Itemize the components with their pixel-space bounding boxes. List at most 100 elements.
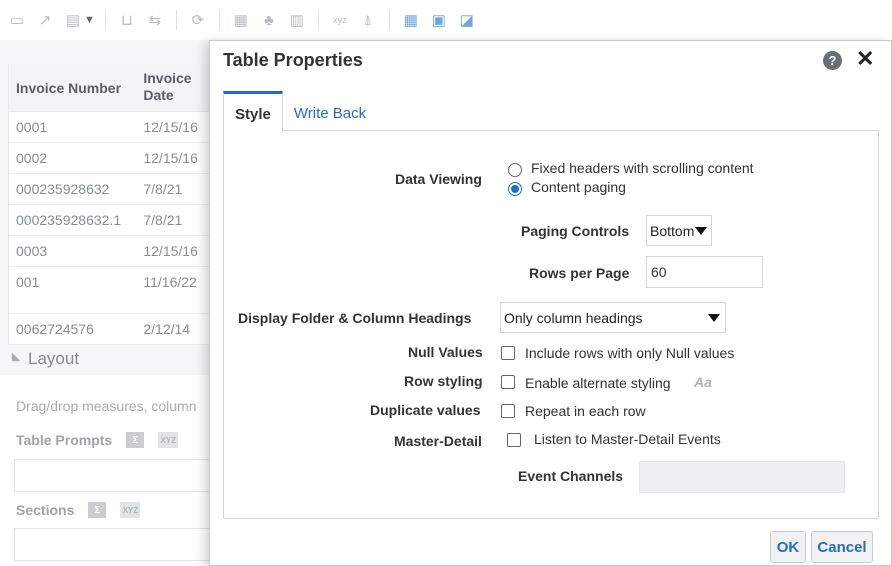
table-row: 0003 12/15/16: [9, 236, 210, 267]
refresh-icon[interactable]: ⟳: [187, 9, 209, 31]
table-header-row: Invoice Number Invoice Date: [9, 64, 210, 112]
layout-panel: Drag/drop measures, column Table Prompts…: [0, 375, 210, 566]
toolbar-separator: [175, 10, 177, 30]
duplicate-values-text[interactable]: Repeat in each row: [525, 403, 646, 419]
alternate-styling-format-icon[interactable]: Aa: [694, 374, 712, 390]
column-header[interactable]: Invoice Date: [136, 64, 210, 111]
event-channels-label: Event Channels: [518, 468, 624, 484]
table-properties-icon[interactable]: ▣: [428, 9, 450, 31]
radio-content-paging[interactable]: [508, 182, 522, 196]
table-properties-dialog: Table Properties ? ✕ Style Write Back Da…: [209, 40, 892, 566]
layout-hint: Drag/drop measures, column: [16, 398, 197, 414]
sort-icon[interactable]: ⍋: [357, 9, 379, 31]
table-cell: 0001: [16, 119, 48, 135]
table-cell: 7/8/21: [143, 181, 183, 197]
table-cell: 7/8/21: [143, 212, 183, 228]
results-table: Invoice Number Invoice Date 0001 12/15/1…: [8, 64, 210, 345]
help-icon[interactable]: ?: [823, 51, 842, 70]
folder-headings-value: Only column headings: [504, 309, 643, 326]
master-detail-text[interactable]: Listen to Master-Detail Events: [534, 431, 721, 447]
table-cell: 12/15/16: [143, 119, 198, 135]
null-values-text[interactable]: Include rows with only Null values: [525, 345, 734, 361]
event-channels-input: [639, 461, 845, 493]
rows-per-page-label: Rows per Page: [529, 265, 630, 281]
paging-controls-label: Paging Controls: [521, 223, 630, 239]
dialog-title: Table Properties: [223, 49, 363, 70]
swap-icon[interactable]: ⇆: [144, 9, 166, 31]
table-cell: 12/15/16: [143, 243, 198, 259]
toolbar-separator: [104, 10, 106, 30]
radio-fixed-headers-label[interactable]: Fixed headers with scrolling content: [531, 160, 754, 176]
xyz-icon[interactable]: XYZ: [120, 502, 141, 518]
folder-headings-label: Display Folder & Column Headings: [238, 310, 472, 326]
add-calc-icon[interactable]: ▥: [286, 9, 308, 31]
chevron-down-icon: [708, 314, 720, 322]
radio-content-paging-label[interactable]: Content paging: [531, 179, 626, 195]
layout-title: Layout: [28, 349, 80, 368]
tab-write-back[interactable]: Write Back: [283, 91, 377, 131]
paging-controls-value: Bottom: [650, 222, 695, 239]
radio-fixed-headers[interactable]: [508, 163, 522, 177]
null-values-checkbox[interactable]: [501, 346, 515, 360]
paging-controls-select[interactable]: Bottom: [646, 215, 712, 246]
row-styling-label: Row styling: [404, 373, 483, 389]
table-row: 000235928632.1 7/8/21: [9, 205, 210, 236]
sigma-icon[interactable]: Σ: [126, 432, 145, 448]
master-detail-label: Master-Detail: [394, 433, 482, 449]
ok-button[interactable]: OK: [770, 531, 806, 563]
cancel-button[interactable]: Cancel: [811, 531, 873, 563]
add-measure-icon[interactable]: ♣: [258, 9, 280, 31]
column-header[interactable]: Invoice Number: [9, 64, 136, 111]
toolbar-separator: [317, 10, 319, 30]
table-prompts-row: Table Prompts Σ XYZ: [16, 432, 179, 448]
sections-row: Sections Σ XYZ: [16, 502, 141, 518]
table-cell: 0003: [16, 243, 48, 259]
table-row: 0001 12/15/16: [9, 112, 210, 143]
data-viewing-label: Data Viewing: [395, 171, 482, 187]
table-row: 000235928632 7/8/21: [9, 174, 210, 205]
table-cell: 000235928632.1: [16, 212, 122, 228]
row-styling-checkbox[interactable]: [501, 375, 515, 389]
xyz-icon[interactable]: XYZ: [158, 432, 179, 448]
xyz-icon[interactable]: xyz: [329, 9, 351, 31]
table-row: 0002 12/15/16: [9, 143, 210, 174]
table-cell: 2/12/14: [143, 321, 191, 337]
add-column-icon[interactable]: ▦: [230, 9, 252, 31]
table-cell: 000235928632: [16, 181, 110, 197]
tab-style[interactable]: Style: [223, 91, 283, 131]
format-icon[interactable]: ▤: [62, 9, 84, 31]
grid-icon[interactable]: ▦: [400, 9, 422, 31]
table-prompts-label: Table Prompts: [16, 432, 113, 448]
export-icon[interactable]: ↗: [34, 9, 56, 31]
print-icon[interactable]: ▭: [6, 9, 28, 31]
table-cell: 12/15/16: [143, 150, 198, 166]
layout-section-header[interactable]: Layout: [7, 349, 80, 369]
chevron-down-icon[interactable]: ▼: [84, 14, 95, 26]
master-detail-checkbox[interactable]: [507, 433, 521, 447]
dialog-tabs: Style Write Back: [223, 91, 377, 131]
row-styling-text[interactable]: Enable alternate styling: [525, 375, 671, 391]
sigma-icon[interactable]: Σ: [88, 502, 107, 518]
chevron-down-icon: [695, 227, 707, 235]
toolbar-separator: [388, 10, 390, 30]
chart-icon[interactable]: ◪: [456, 9, 478, 31]
table-cell: 11/16/22: [143, 274, 197, 290]
sections-dropzone[interactable]: [14, 528, 210, 561]
sections-label: Sections: [16, 502, 75, 518]
collapse-triangle-icon[interactable]: [7, 352, 21, 366]
style-tab-panel: Data Viewing Fixed headers with scrollin…: [223, 130, 879, 519]
toolbar-separator: [218, 10, 220, 30]
null-values-label: Null Values: [408, 344, 483, 360]
table-cell: 001: [16, 274, 40, 290]
folder-headings-select[interactable]: Only column headings: [500, 302, 726, 333]
duplicate-values-checkbox[interactable]: [501, 404, 515, 418]
table-prompts-dropzone[interactable]: [14, 459, 210, 492]
table-row: 001 11/16/22: [9, 267, 210, 314]
pivot-icon[interactable]: ⊔: [116, 9, 138, 31]
table-cell: 0002: [16, 150, 48, 166]
table-cell: 0062724576: [16, 321, 94, 337]
rows-per-page-input[interactable]: 60: [646, 256, 763, 288]
table-row: 0062724576 2/12/14: [9, 314, 210, 345]
close-icon[interactable]: ✕: [856, 48, 874, 70]
dialog-header: Table Properties: [210, 41, 891, 79]
